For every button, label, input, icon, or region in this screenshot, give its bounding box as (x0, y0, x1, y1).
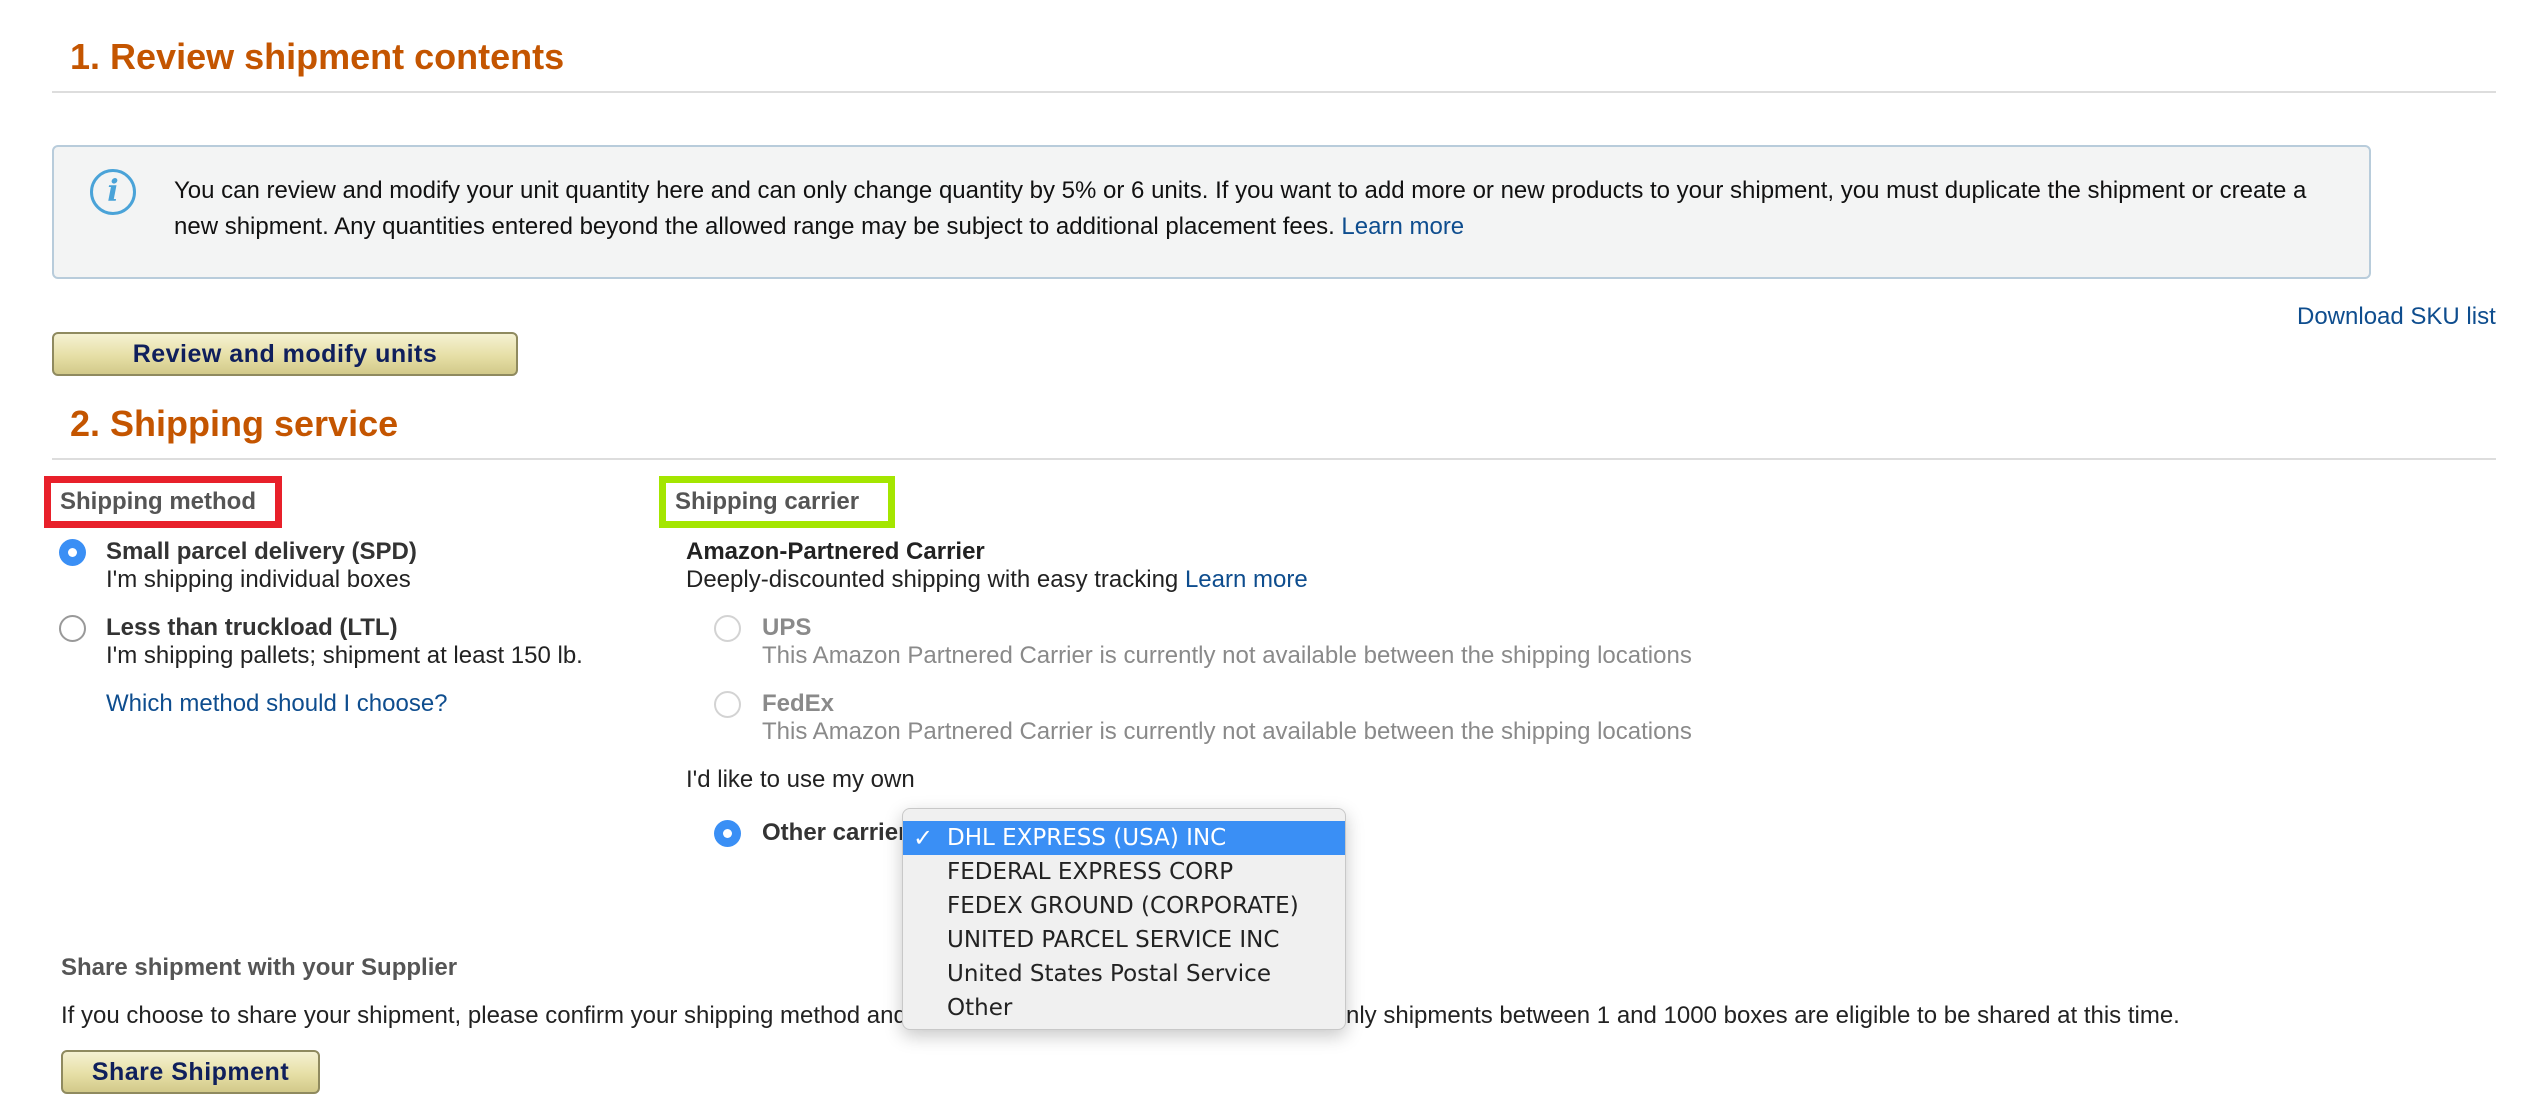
carrier-option[interactable]: Other (903, 991, 1345, 1025)
download-sku-list-link[interactable]: Download SKU list (2297, 302, 2496, 332)
ltl-desc: I'm shipping pallets; shipment at least … (106, 642, 583, 669)
use-own-label: I'd like to use my own (686, 766, 915, 793)
fedex-desc: This Amazon Partnered Carrier is current… (762, 718, 1692, 745)
carrier-dropdown-menu[interactable]: ✓ DHL EXPRESS (USA) INC FEDERAL EXPRESS … (902, 808, 1346, 1030)
info-message: You can review and modify your unit quan… (174, 177, 2307, 240)
share-text-start: If you choose to share your shipment, pl… (61, 1002, 907, 1029)
partnered-carrier-title: Amazon-Partnered Carrier (686, 538, 985, 565)
section-title-review: 1. Review shipment contents (70, 36, 565, 77)
carrier-option-label: Other (947, 995, 1013, 1021)
fedex-title: FedEx (762, 690, 835, 717)
carrier-option[interactable]: FEDEX GROUND (CORPORATE) (903, 889, 1345, 923)
review-modify-units-button[interactable]: Review and modify units (52, 332, 518, 376)
ups-title: UPS (762, 614, 812, 641)
carrier-option[interactable]: United States Postal Service (903, 957, 1345, 991)
which-method-link[interactable]: Which method should I choose? (106, 689, 448, 719)
carrier-option-label: FEDERAL EXPRESS CORP (947, 859, 1234, 885)
ltl-title: Less than truckload (LTL) (106, 614, 398, 641)
radio-ltl[interactable] (59, 615, 86, 642)
share-shipment-button[interactable]: Share Shipment (61, 1050, 320, 1094)
partnered-learn-more-link[interactable]: Learn more (1185, 566, 1308, 593)
carrier-option-label: FEDEX GROUND (CORPORATE) (947, 893, 1299, 919)
section-divider (52, 458, 2496, 460)
radio-other-carrier[interactable] (714, 820, 741, 847)
carrier-option[interactable]: UNITED PARCEL SERVICE INC (903, 923, 1345, 957)
partnered-carrier-desc: Deeply-discounted shipping with easy tra… (686, 566, 1179, 593)
carrier-option[interactable]: FEDERAL EXPRESS CORP (903, 855, 1345, 889)
share-text-end: nly shipments between 1 and 1000 boxes a… (1346, 1002, 2180, 1029)
share-title: Share shipment with your Supplier (61, 954, 458, 981)
shipping-method-label: Shipping method (44, 476, 282, 528)
learn-more-link[interactable]: Learn more (1341, 213, 1464, 240)
radio-fedex[interactable] (714, 691, 741, 718)
carrier-option[interactable]: ✓ DHL EXPRESS (USA) INC (903, 821, 1345, 855)
section-title-shipping: 2. Shipping service (70, 403, 399, 444)
info-icon: i (90, 169, 136, 215)
checkmark-icon: ✓ (913, 824, 934, 852)
info-text: You can review and modify your unit quan… (174, 173, 2334, 245)
radio-ups[interactable] (714, 615, 741, 642)
section-divider (52, 91, 2496, 93)
carrier-option-label: United States Postal Service (947, 961, 1271, 987)
spd-desc: I'm shipping individual boxes (106, 566, 411, 593)
info-box: i You can review and modify your unit qu… (52, 145, 2371, 279)
carrier-option-label: UNITED PARCEL SERVICE INC (947, 927, 1280, 953)
other-carrier-label: Other carrier (762, 819, 908, 846)
shipping-carrier-label: Shipping carrier (659, 476, 895, 528)
ups-desc: This Amazon Partnered Carrier is current… (762, 642, 1692, 669)
radio-spd[interactable] (59, 539, 86, 566)
carrier-option-label: DHL EXPRESS (USA) INC (947, 825, 1227, 851)
partnered-carrier-desc-row: Deeply-discounted shipping with easy tra… (686, 565, 1308, 595)
spd-title: Small parcel delivery (SPD) (106, 538, 417, 565)
